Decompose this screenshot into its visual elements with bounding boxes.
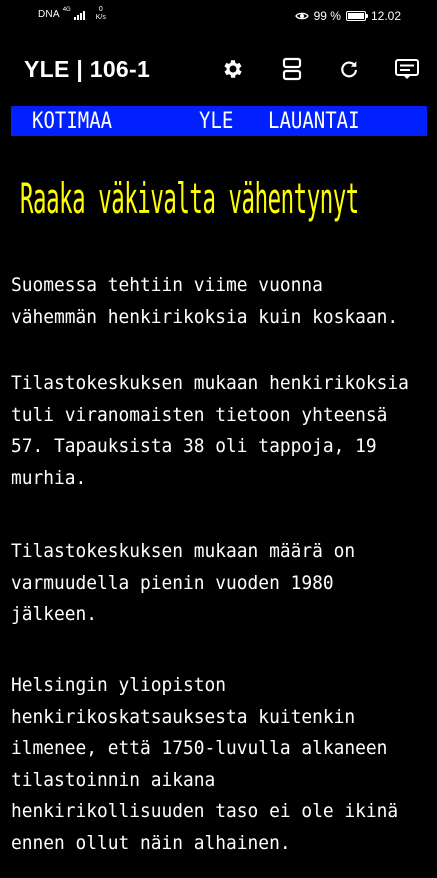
carrier-label: DNA: [38, 9, 60, 20]
paragraph-1: Suomessa tehtiin viime vuonna vähemmän h…: [11, 274, 399, 328]
battery-percent: 99 %: [313, 9, 341, 23]
paragraph-3: Tilastokeskuksen mukaan määrä on varmuud…: [11, 540, 356, 625]
refresh-icon: [338, 58, 360, 80]
eye-icon: [294, 11, 309, 21]
split-view-button[interactable]: [279, 56, 305, 82]
network-speed-unit: K/s: [95, 14, 106, 21]
settings-button[interactable]: [220, 56, 246, 82]
section-label: KOTIMAA: [32, 108, 113, 134]
teletext-header-bar: KOTIMAA YLE LAUANTAI: [11, 106, 427, 136]
refresh-button[interactable]: [336, 56, 362, 82]
paragraph-2: Tilastokeskuksen mukaan henkirikoksia tu…: [11, 372, 409, 489]
split-view-icon: [281, 57, 303, 81]
network-type: 4G: [62, 7, 71, 13]
source-label: YLE: [199, 108, 234, 134]
battery-icon: [345, 11, 368, 21]
paragraph-4: Helsingin yliopiston henkirikoskatsaukse…: [11, 674, 399, 854]
battery-fill: [347, 13, 364, 19]
signal-icon: [73, 10, 85, 20]
gear-icon: [221, 57, 245, 81]
status-bar: DNA 4G 0 K/s 99 % 12.02: [0, 0, 437, 34]
app-bar: YLE | 106-1: [0, 44, 437, 94]
subtitles-button[interactable]: [394, 56, 420, 82]
app-title: YLE | 106-1: [24, 56, 151, 82]
status-left: DNA 4G 0 K/s: [38, 6, 106, 22]
status-right: 99 % 12.02: [294, 9, 401, 23]
subtitles-icon: [394, 58, 420, 80]
day-label: LAUANTAI: [268, 108, 360, 134]
clock: 12.02: [370, 9, 401, 23]
article-headline: Raaka väkivalta vähentynyt: [20, 176, 359, 224]
network-speed: 0 K/s: [96, 6, 106, 22]
network-speed-value: 0: [98, 6, 103, 13]
